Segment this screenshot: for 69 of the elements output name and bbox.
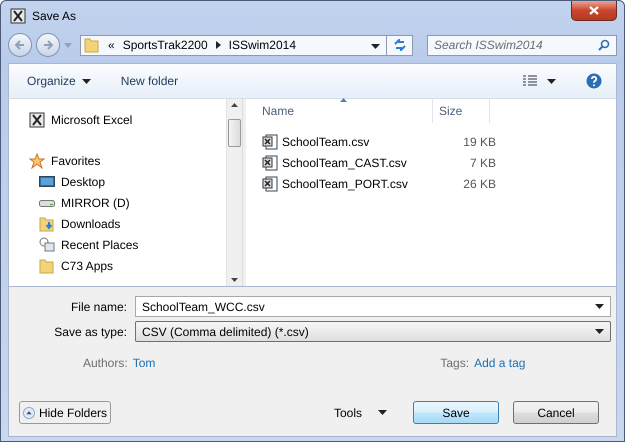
file-name[interactable]: SchoolTeam_PORT.csv xyxy=(282,176,432,190)
caret-icon[interactable] xyxy=(378,410,387,415)
field-label: Save as type: xyxy=(53,324,127,338)
file-name[interactable]: SchoolTeam_CAST.csv xyxy=(282,156,432,170)
close-icon xyxy=(589,6,599,15)
overflow-chevron[interactable]: « xyxy=(108,38,115,52)
refresh-button[interactable] xyxy=(387,34,413,56)
column-header[interactable]: Name xyxy=(260,99,433,123)
spreadsheet-app-icon xyxy=(10,8,26,24)
spreadsheet-file-icon xyxy=(262,134,278,150)
file-type-dropdown[interactable]: CSV (Comma delimited) (*.csv) xyxy=(135,321,611,342)
new-folder-button[interactable]: New folder xyxy=(120,74,178,88)
refresh-arrows-icon xyxy=(392,39,406,51)
folder-icon xyxy=(84,37,100,53)
monitor-icon xyxy=(39,174,55,190)
address-bar[interactable]: « SportsTrak2200 ISSwim2014 xyxy=(80,34,387,56)
chevron-icon xyxy=(216,41,221,49)
search-icon xyxy=(598,39,610,51)
window-title: Save As xyxy=(32,9,76,23)
breadcrumb-item[interactable]: SportsTrak2200 xyxy=(122,38,208,52)
cancel-button[interactable]: Cancel xyxy=(513,401,599,424)
folder-icon xyxy=(39,258,55,274)
hide-folders-button[interactable]: Hide Folders xyxy=(19,401,111,424)
nav-item[interactable]: Recent Places xyxy=(61,238,138,252)
spreadsheet-app-icon xyxy=(29,112,45,128)
view-menu[interactable] xyxy=(523,75,556,87)
dropdown-caret-icon[interactable] xyxy=(595,329,604,334)
recent-places-icon xyxy=(39,236,55,252)
field-label: File name: xyxy=(70,300,127,314)
caret-icon[interactable] xyxy=(82,78,91,84)
scrollbar-thumb[interactable] xyxy=(228,119,241,147)
nav-item[interactable]: MIRROR (D) xyxy=(61,196,130,210)
field-label: Authors: xyxy=(83,356,128,370)
nav-item[interactable]: Downloads xyxy=(61,216,120,230)
organize-menu[interactable]: Organize xyxy=(27,74,91,88)
scroll-down-icon[interactable] xyxy=(231,278,238,282)
nav-item[interactable]: Microsoft Excel xyxy=(51,112,132,126)
field-label: Tags: xyxy=(440,356,470,370)
file-name[interactable]: SchoolTeam.csv xyxy=(282,134,432,148)
spreadsheet-file-icon xyxy=(262,154,278,170)
column-header[interactable]: Size xyxy=(433,99,490,123)
file-name-field[interactable]: SchoolTeam_WCC.csv xyxy=(135,296,611,317)
save-button[interactable]: Save xyxy=(413,401,499,424)
star-icon xyxy=(29,152,45,168)
scroll-up-icon[interactable] xyxy=(231,103,238,107)
forward-button[interactable] xyxy=(36,33,60,57)
authors-value[interactable]: Tom xyxy=(132,356,156,370)
collapse-icon xyxy=(23,406,35,420)
nav-item[interactable]: C73 Apps xyxy=(61,258,114,272)
caret-icon[interactable] xyxy=(547,78,556,84)
folder-download-icon xyxy=(39,216,55,232)
close-button[interactable] xyxy=(571,1,617,21)
file-size: 26 KB xyxy=(462,176,496,190)
file-size: 19 KB xyxy=(462,134,496,148)
spreadsheet-file-icon xyxy=(262,176,278,192)
tools-menu[interactable]: Tools xyxy=(328,401,393,424)
file-size: 7 KB xyxy=(468,156,496,170)
search-field[interactable]: Search ISSwim2014 xyxy=(427,34,617,56)
details-view-icon xyxy=(523,75,537,87)
help-icon[interactable] xyxy=(586,73,602,89)
left-arrow-icon xyxy=(15,40,25,50)
dropdown-caret-icon[interactable] xyxy=(371,44,380,49)
add-tag-link[interactable]: Add a tag xyxy=(474,356,526,370)
right-arrow-icon xyxy=(43,40,53,50)
back-button[interactable] xyxy=(8,33,32,57)
breadcrumb-item[interactable]: ISSwim2014 xyxy=(228,38,296,52)
nav-section-header[interactable]: Favorites xyxy=(51,154,100,168)
dropdown-caret-icon[interactable] xyxy=(595,304,604,309)
nav-item[interactable]: Desktop xyxy=(61,174,106,188)
